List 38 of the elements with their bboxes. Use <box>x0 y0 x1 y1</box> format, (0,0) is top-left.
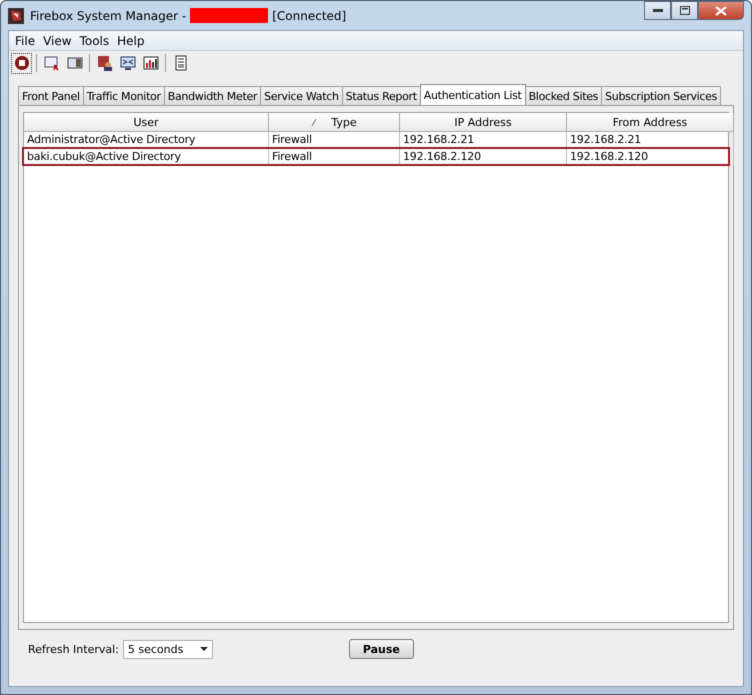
close-icon <box>715 6 727 16</box>
column-header[interactable]: Type <box>269 113 400 132</box>
connection-status: [Connected] <box>272 8 346 22</box>
table-cell: Administrator@Active Directory <box>24 132 269 149</box>
minimize-icon <box>652 8 662 12</box>
tab[interactable]: Service Watch <box>260 86 343 105</box>
tab[interactable]: Status Report <box>342 86 421 105</box>
tab[interactable]: Authentication List <box>420 84 526 105</box>
column-header[interactable]: User <box>24 113 269 132</box>
record-icon[interactable] <box>11 52 32 74</box>
table-cell: 192.168.2.21 <box>400 132 567 149</box>
caret-icon <box>200 647 208 651</box>
window-title: Firebox System Manager - <box>30 8 186 22</box>
maximize-button[interactable] <box>671 1 698 20</box>
tab[interactable]: Subscription Services <box>601 86 722 105</box>
menu-item[interactable]: File <box>11 34 40 48</box>
tab[interactable]: Traffic Monitor <box>82 86 165 105</box>
close-button[interactable] <box>698 1 744 20</box>
table-cell: Firewall <box>269 149 400 166</box>
table-cell: baki.cubuk@Active Directory <box>24 149 269 166</box>
menu-item[interactable]: View <box>39 34 76 48</box>
tab[interactable]: Front Panel <box>18 86 84 105</box>
refresh-interval-dropdown[interactable]: 5 seconds <box>122 640 213 658</box>
table-cell: 192.168.2.120 <box>567 149 734 166</box>
refresh-interval-label: Refresh Interval: <box>28 642 119 656</box>
tab[interactable]: Blocked Sites <box>524 86 602 105</box>
table-cell: 192.168.2.120 <box>400 149 567 166</box>
maximize-icon <box>680 6 690 15</box>
minimize-button[interactable] <box>644 1 671 20</box>
column-header[interactable]: IP Address <box>400 113 567 132</box>
table-cell: Firewall <box>269 132 400 149</box>
pause-button[interactable]: Pause <box>348 639 414 659</box>
column-header[interactable]: From Address <box>567 113 734 132</box>
menu-item[interactable]: Tools <box>76 34 114 48</box>
table-cell: 192.168.2.21 <box>567 132 734 149</box>
app-icon <box>8 8 24 24</box>
menu-item[interactable]: Help <box>113 34 148 48</box>
tab[interactable]: Bandwidth Meter <box>164 86 262 105</box>
